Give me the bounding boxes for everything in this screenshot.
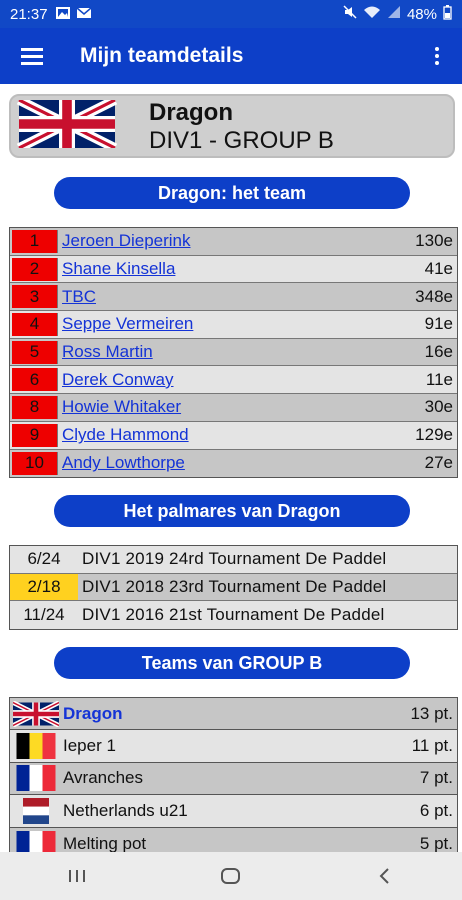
player-number: 3 (12, 285, 58, 309)
palmares-row: 6/24 DIV1 2019 24rd Tournament De Paddel (10, 546, 457, 574)
player-number: 8 (12, 395, 58, 419)
palmares-tournament: DIV1 2016 21st Tournament De Paddel (82, 605, 385, 625)
player-row: 6 Derek Conway 11e (10, 366, 457, 395)
player-rank: 91e (424, 314, 453, 334)
player-name-link[interactable]: TBC (62, 287, 96, 307)
player-rank: 129e (415, 425, 453, 445)
player-number: 4 (12, 312, 58, 336)
belgium-flag-icon (13, 733, 59, 760)
player-number: 9 (12, 423, 58, 447)
group-team-name: Netherlands u21 (63, 800, 188, 820)
group-team-points: 6 pt. (419, 800, 453, 820)
group-team-name: Dragon (63, 703, 123, 723)
player-name-link[interactable]: Seppe Vermeiren (62, 314, 193, 334)
section-title-team: Dragon: het team (54, 177, 410, 209)
player-rank: 27e (424, 453, 453, 473)
battery-icon (443, 4, 452, 24)
player-name-link[interactable]: Jeroen Dieperink (62, 231, 191, 251)
group-teams-table: Dragon 13 pt. Ieper 1 11 pt. Avranches 7 pt. N… (9, 697, 458, 860)
home-icon[interactable] (201, 852, 261, 900)
status-bar: 21:37 48% (0, 0, 462, 28)
player-number: 1 (12, 229, 58, 253)
mute-icon (343, 5, 357, 23)
group-team-name: Avranches (63, 768, 144, 788)
player-rank: 130e (415, 231, 453, 251)
hamburger-icon[interactable] (0, 28, 64, 84)
player-row: 8 Howie Whitaker 30e (10, 394, 457, 422)
player-number: 2 (12, 257, 58, 281)
player-row: 4 Seppe Vermeiren 91e (10, 311, 457, 339)
palmares-row: 2/18 DIV1 2018 23rd Tournament De Paddel (10, 573, 457, 602)
palmares-tournament: DIV1 2019 24rd Tournament De Paddel (82, 549, 387, 569)
player-rank: 41e (424, 259, 453, 279)
player-row: 5 Ross Martin 16e (10, 338, 457, 367)
united-kingdom-flag-icon (11, 700, 61, 728)
group-team-row[interactable]: Ieper 1 11 pt. (10, 730, 457, 763)
group-team-name: Ieper 1 (63, 736, 116, 756)
palmares-row: 11/24 DIV1 2016 21st Tournament De Paddel (10, 601, 457, 630)
player-rank: 30e (424, 397, 453, 417)
player-row: 9 Clyde Hammond 129e (10, 421, 457, 450)
palmares-position: 2/18 (10, 573, 78, 601)
palmares-table: 6/24 DIV1 2019 24rd Tournament De Paddel 2… (9, 545, 458, 631)
player-rank: 16e (424, 342, 453, 362)
player-rank: 11e (425, 369, 453, 389)
united-kingdom-flag-icon (15, 95, 119, 153)
group-team-row[interactable]: Netherlands u21 6 pt. (10, 795, 457, 828)
team-header-card: Dragon DIV1 - GROUP B (9, 94, 455, 158)
group-team-points: 5 pt. (419, 833, 453, 853)
player-name-link[interactable]: Shane Kinsella (62, 259, 175, 279)
team-name: Dragon (149, 99, 233, 126)
image-icon (55, 6, 70, 23)
page-title: Mijn teamdetails (80, 44, 244, 67)
player-rank: 348e (415, 286, 453, 306)
player-number: 10 (12, 451, 58, 475)
player-name-link[interactable]: Derek Conway (62, 370, 174, 390)
palmares-tournament: DIV1 2018 23rd Tournament De Paddel (82, 577, 387, 597)
system-nav-bar (0, 852, 462, 900)
group-team-points: 13 pt. (410, 703, 453, 723)
signal-icon (387, 5, 401, 23)
mail-icon (76, 6, 92, 23)
palmares-position: 6/24 (27, 549, 61, 569)
team-division: DIV1 - GROUP B (149, 127, 334, 154)
battery-label: 48% (406, 5, 437, 23)
group-team-row[interactable]: Avranches 7 pt. (10, 762, 457, 796)
player-row: 1 Jeroen Dieperink 130e (10, 228, 457, 256)
netherlands-flag-icon (13, 797, 59, 824)
section-title-palmares: Het palmares van Dragon (54, 495, 410, 527)
player-name-link[interactable]: Andy Lowthorpe (62, 453, 185, 473)
player-name-link[interactable]: Howie Whitaker (62, 397, 181, 417)
player-row: 3 TBC 348e (10, 283, 457, 312)
player-name-link[interactable]: Clyde Hammond (62, 425, 189, 445)
player-name-link[interactable]: Ross Martin (62, 342, 153, 362)
wifi-icon (363, 5, 381, 23)
group-team-row[interactable]: Dragon 13 pt. (10, 698, 457, 731)
group-team-points: 7 pt. (419, 768, 453, 788)
player-row: 2 Shane Kinsella 41e (10, 255, 457, 284)
players-table: 1 Jeroen Dieperink 130e 2 Shane Kinsella 41e 3… (9, 227, 458, 479)
more-vertical-icon[interactable] (412, 28, 462, 84)
back-icon[interactable] (355, 852, 415, 900)
recents-icon[interactable] (47, 852, 107, 900)
status-time: 21:37 (10, 5, 48, 23)
section-title-group: Teams van GROUP B (54, 647, 410, 679)
player-row: 10 Andy Lowthorpe 27e (10, 449, 457, 478)
france-flag-icon (13, 765, 59, 792)
player-number: 6 (12, 368, 58, 392)
group-team-points: 11 pt. (411, 736, 453, 756)
app-bar: Mijn teamdetails (0, 28, 462, 84)
group-team-name: Melting pot (63, 833, 147, 853)
palmares-position: 11/24 (23, 605, 65, 625)
player-number: 5 (12, 340, 58, 364)
